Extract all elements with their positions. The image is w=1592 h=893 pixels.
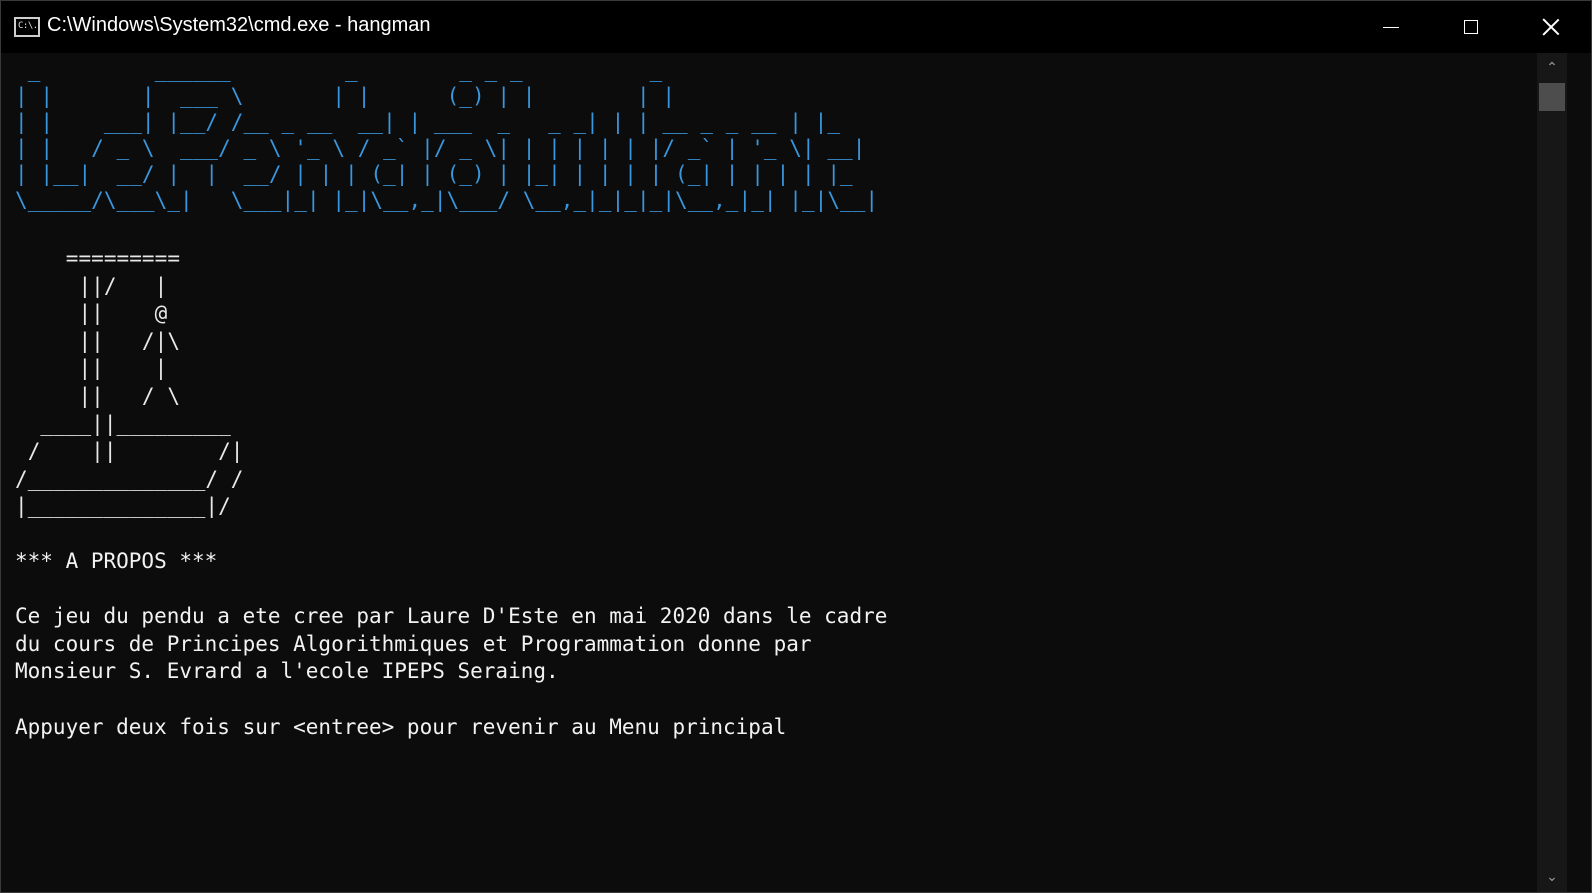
description-line-2: du cours de Principes Algorithmiques et …: [15, 632, 812, 656]
close-icon: [1542, 18, 1560, 36]
ascii-hangman-gallows: ========= ||/ | || @ || /|\ || | || / \ …: [15, 246, 244, 519]
title-bar[interactable]: C:\. C:\Windows\System32\cmd.exe - hangm…: [1, 1, 1591, 53]
description-line-1: Ce jeu du pendu a ete cree par Laure D'E…: [15, 604, 888, 628]
maximize-icon: [1464, 20, 1478, 34]
console-output[interactable]: _ ______ _ _ _ _ _ | | | ___ \ | | (_) |…: [1, 53, 1561, 892]
console-window: C:\. C:\Windows\System32\cmd.exe - hangm…: [0, 0, 1592, 893]
vertical-scrollbar[interactable]: ⌃ ⌄: [1537, 53, 1567, 892]
description-line-3: Monsieur S. Evrard a l'ecole IPEPS Serai…: [15, 659, 559, 683]
minimize-icon: [1383, 26, 1399, 28]
scroll-down-arrow-icon[interactable]: ⌄: [1537, 864, 1567, 890]
ascii-banner-le-pendouillant: _ ______ _ _ _ _ _ | | | ___ \ | | (_) |…: [15, 58, 879, 212]
minimize-button[interactable]: [1351, 1, 1431, 53]
maximize-button[interactable]: [1431, 1, 1511, 53]
scroll-up-arrow-icon[interactable]: ⌃: [1537, 55, 1567, 81]
scroll-thumb[interactable]: [1539, 83, 1565, 111]
return-prompt: Appuyer deux fois sur <entree> pour reve…: [15, 715, 787, 739]
about-title: *** A PROPOS ***: [15, 549, 218, 573]
cmd-icon[interactable]: C:\.: [14, 17, 40, 37]
window-title: C:\Windows\System32\cmd.exe - hangman: [47, 14, 431, 36]
close-button[interactable]: [1511, 1, 1591, 53]
